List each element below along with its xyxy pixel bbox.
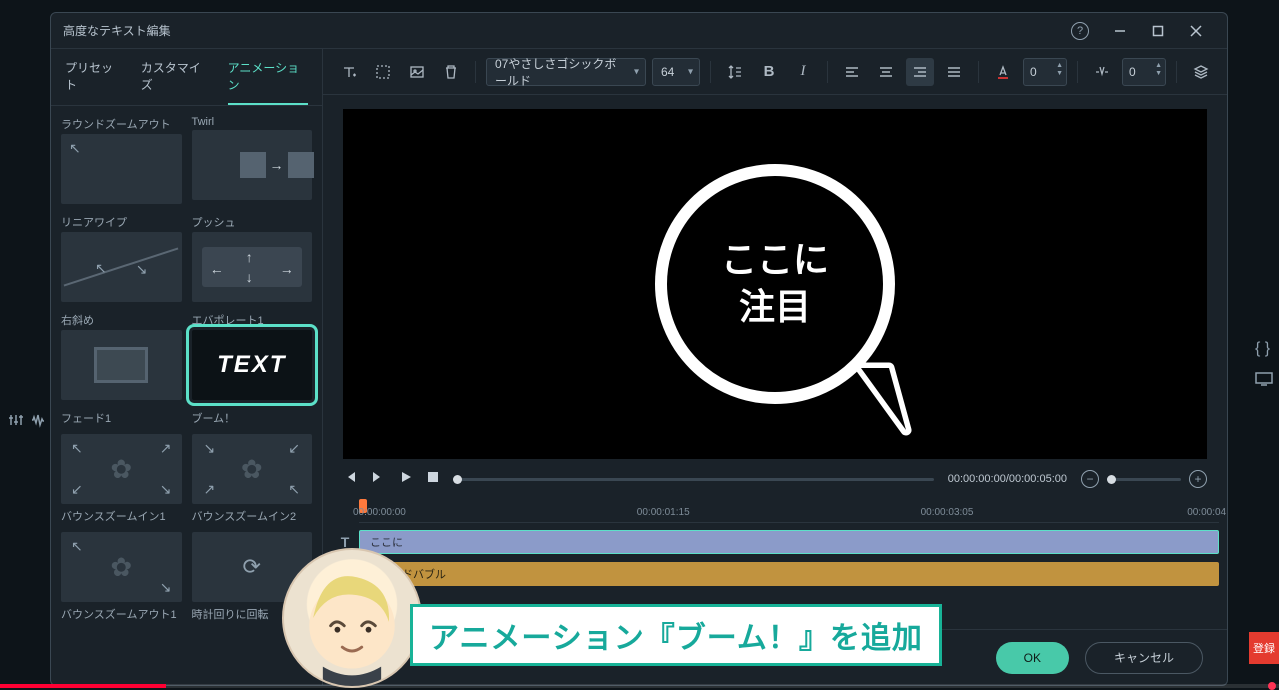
- sidebar-tabs: プリセット カスタマイズ アニメーション: [51, 49, 322, 106]
- italic-icon[interactable]: I: [789, 58, 817, 86]
- main-panel: 07やさしさゴシックボールド▾ 64▾ B I 0▲▼ 0▲▼: [323, 49, 1227, 685]
- caption-overlay: アニメーション『ブーム！』を追加: [410, 604, 942, 666]
- timeline-ruler[interactable]: 00:00:00:00 00:00:01:15 00:00:03:05 00:0…: [359, 499, 1219, 523]
- zoom-slider[interactable]: [1107, 478, 1181, 481]
- preset-item[interactable]: 右斜め: [61, 308, 182, 400]
- preset-item[interactable]: ↘✿↙↗↖ バウンスズームイン2: [192, 434, 313, 526]
- add-text-icon[interactable]: [335, 58, 363, 86]
- video-progress-bar[interactable]: [0, 684, 1279, 688]
- char-spacing-input[interactable]: 0▲▼: [1023, 58, 1067, 86]
- text-color-icon[interactable]: [989, 58, 1017, 86]
- window-title: 高度なテキスト編集: [63, 22, 171, 39]
- tab-preset[interactable]: プリセット: [65, 59, 123, 105]
- preview-canvas[interactable]: ここに 注目: [343, 109, 1207, 459]
- bold-icon[interactable]: B: [755, 58, 783, 86]
- preset-thumb-boom[interactable]: TEXT: [192, 330, 313, 400]
- presenter-avatar: [282, 548, 422, 688]
- play-button[interactable]: [399, 470, 413, 489]
- preset-item[interactable]: プッシュ ↑←→↓: [192, 210, 313, 302]
- advanced-text-editor-dialog: 高度なテキスト編集 ? プリセット カスタマイズ アニメーション ラウンドズーム…: [50, 12, 1228, 686]
- text-toolbar: 07やさしさゴシックボールド▾ 64▾ B I 0▲▼ 0▲▼: [323, 49, 1227, 95]
- transport-controls: 00:00:00:00/00:00:05:00 − +: [323, 459, 1227, 499]
- line-spacing-input[interactable]: 0▲▼: [1122, 58, 1166, 86]
- preset-item[interactable]: フェード1: [61, 406, 182, 428]
- align-justify-icon[interactable]: [940, 58, 968, 86]
- zoom-in-button[interactable]: +: [1189, 470, 1207, 488]
- preset-item[interactable]: ↖✿↗↙↘ バウンスズームイン1: [61, 434, 182, 526]
- bubble-tail-icon: [851, 360, 921, 440]
- next-frame-button[interactable]: [371, 470, 385, 489]
- image-icon[interactable]: [403, 58, 431, 86]
- delete-icon[interactable]: [437, 58, 465, 86]
- preset-item[interactable]: Twirl →: [192, 112, 313, 204]
- animation-sidebar: プリセット カスタマイズ アニメーション ラウンドズームアウト ↖ Twirl …: [51, 49, 323, 685]
- playback-slider[interactable]: [453, 478, 934, 481]
- monitor-icon[interactable]: [1255, 372, 1273, 391]
- cancel-button[interactable]: キャンセル: [1085, 642, 1203, 674]
- preset-item[interactable]: リニアワイプ ↖↘: [61, 210, 182, 302]
- preset-item[interactable]: ラウンドズームアウト ↖: [61, 112, 182, 204]
- minimize-button[interactable]: [1101, 17, 1139, 45]
- preset-list[interactable]: ラウンドズームアウト ↖ Twirl → リニアワイプ ↖↘ プッシュ ↑←→↓: [51, 106, 322, 685]
- preset-item[interactable]: エバポレート1 TEXT: [192, 308, 313, 400]
- code-icon[interactable]: { }: [1255, 340, 1273, 358]
- tab-customize[interactable]: カスタマイズ: [141, 59, 210, 105]
- preset-item[interactable]: ↖✿↘ バウンスズームアウト1: [61, 532, 182, 624]
- text-track: T ここに: [331, 529, 1219, 555]
- selection-icon[interactable]: [369, 58, 397, 86]
- line-height-icon[interactable]: [721, 58, 749, 86]
- tab-animation[interactable]: アニメーション: [228, 59, 308, 105]
- align-left-icon[interactable]: [838, 58, 866, 86]
- align-right-icon[interactable]: [906, 58, 934, 86]
- shape-track: ラウンドバブル: [331, 561, 1219, 587]
- ok-button[interactable]: OK: [996, 642, 1069, 674]
- font-select[interactable]: 07やさしさゴシックボールド▾: [486, 58, 646, 86]
- shape-clip[interactable]: ラウンドバブル: [359, 562, 1219, 586]
- letter-width-icon[interactable]: [1088, 58, 1116, 86]
- waveform-icon[interactable]: [30, 412, 46, 428]
- text-clip[interactable]: ここに: [359, 530, 1219, 554]
- layers-icon[interactable]: [1187, 58, 1215, 86]
- stop-button[interactable]: [427, 470, 439, 488]
- titlebar: 高度なテキスト編集 ?: [51, 13, 1227, 49]
- prev-frame-button[interactable]: [343, 470, 357, 489]
- preset-item[interactable]: ブーム！: [192, 406, 313, 428]
- zoom-out-button[interactable]: −: [1081, 470, 1099, 488]
- font-size-select[interactable]: 64▾: [652, 58, 700, 86]
- help-icon[interactable]: ?: [1071, 22, 1089, 40]
- timecode: 00:00:00:00/00:00:05:00: [948, 473, 1067, 485]
- align-center-icon[interactable]: [872, 58, 900, 86]
- sliders-icon[interactable]: [8, 412, 24, 428]
- close-button[interactable]: [1177, 17, 1215, 45]
- left-toolbar-icons: [8, 412, 46, 428]
- right-panel-icons: { }: [1255, 340, 1273, 391]
- subscribe-badge[interactable]: 登録: [1249, 632, 1279, 664]
- maximize-button[interactable]: [1139, 17, 1177, 45]
